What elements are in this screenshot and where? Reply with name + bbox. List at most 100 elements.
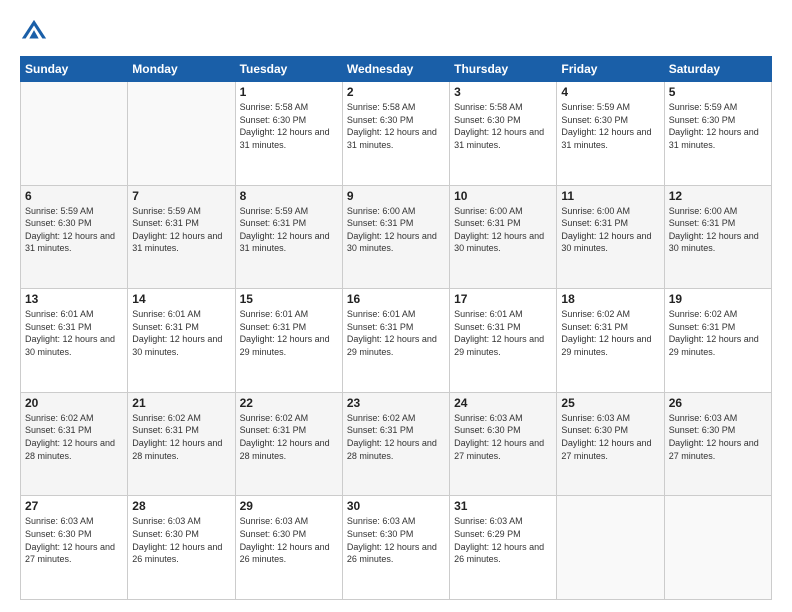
day-number: 28 xyxy=(132,499,230,513)
day-number: 4 xyxy=(561,85,659,99)
day-number: 22 xyxy=(240,396,338,410)
calendar-cell: 20 Sunrise: 6:02 AM Sunset: 6:31 PM Dayli… xyxy=(21,392,128,496)
calendar-table: SundayMondayTuesdayWednesdayThursdayFrid… xyxy=(20,56,772,600)
day-number: 5 xyxy=(669,85,767,99)
day-number: 19 xyxy=(669,292,767,306)
day-info: Sunrise: 5:59 AM Sunset: 6:31 PM Dayligh… xyxy=(132,205,230,255)
day-number: 24 xyxy=(454,396,552,410)
day-info: Sunrise: 6:00 AM Sunset: 6:31 PM Dayligh… xyxy=(347,205,445,255)
calendar-cell: 6 Sunrise: 5:59 AM Sunset: 6:30 PM Daylig… xyxy=(21,185,128,289)
day-info: Sunrise: 6:01 AM Sunset: 6:31 PM Dayligh… xyxy=(240,308,338,358)
day-info: Sunrise: 6:02 AM Sunset: 6:31 PM Dayligh… xyxy=(669,308,767,358)
day-number: 8 xyxy=(240,189,338,203)
day-info: Sunrise: 6:02 AM Sunset: 6:31 PM Dayligh… xyxy=(240,412,338,462)
weekday-header-sunday: Sunday xyxy=(21,57,128,82)
day-number: 11 xyxy=(561,189,659,203)
day-info: Sunrise: 6:02 AM Sunset: 6:31 PM Dayligh… xyxy=(561,308,659,358)
calendar-cell xyxy=(21,82,128,186)
calendar-cell: 9 Sunrise: 6:00 AM Sunset: 6:31 PM Daylig… xyxy=(342,185,449,289)
day-number: 26 xyxy=(669,396,767,410)
calendar-cell xyxy=(557,496,664,600)
calendar-cell xyxy=(664,496,771,600)
weekday-header-monday: Monday xyxy=(128,57,235,82)
day-number: 29 xyxy=(240,499,338,513)
day-number: 30 xyxy=(347,499,445,513)
day-info: Sunrise: 6:03 AM Sunset: 6:30 PM Dayligh… xyxy=(454,412,552,462)
day-info: Sunrise: 6:01 AM Sunset: 6:31 PM Dayligh… xyxy=(347,308,445,358)
weekday-header-saturday: Saturday xyxy=(664,57,771,82)
week-row-2: 6 Sunrise: 5:59 AM Sunset: 6:30 PM Daylig… xyxy=(21,185,772,289)
weekday-header-wednesday: Wednesday xyxy=(342,57,449,82)
day-info: Sunrise: 5:58 AM Sunset: 6:30 PM Dayligh… xyxy=(240,101,338,151)
day-number: 9 xyxy=(347,189,445,203)
day-info: Sunrise: 6:00 AM Sunset: 6:31 PM Dayligh… xyxy=(669,205,767,255)
calendar-cell: 18 Sunrise: 6:02 AM Sunset: 6:31 PM Dayli… xyxy=(557,289,664,393)
day-number: 31 xyxy=(454,499,552,513)
day-info: Sunrise: 6:01 AM Sunset: 6:31 PM Dayligh… xyxy=(132,308,230,358)
day-info: Sunrise: 6:02 AM Sunset: 6:31 PM Dayligh… xyxy=(132,412,230,462)
calendar-cell: 27 Sunrise: 6:03 AM Sunset: 6:30 PM Dayli… xyxy=(21,496,128,600)
week-row-4: 20 Sunrise: 6:02 AM Sunset: 6:31 PM Dayli… xyxy=(21,392,772,496)
day-number: 13 xyxy=(25,292,123,306)
day-info: Sunrise: 6:03 AM Sunset: 6:30 PM Dayligh… xyxy=(132,515,230,565)
day-number: 21 xyxy=(132,396,230,410)
day-info: Sunrise: 5:59 AM Sunset: 6:30 PM Dayligh… xyxy=(561,101,659,151)
calendar-cell: 4 Sunrise: 5:59 AM Sunset: 6:30 PM Daylig… xyxy=(557,82,664,186)
calendar-cell: 30 Sunrise: 6:03 AM Sunset: 6:30 PM Dayli… xyxy=(342,496,449,600)
day-number: 7 xyxy=(132,189,230,203)
weekday-header-thursday: Thursday xyxy=(450,57,557,82)
day-number: 2 xyxy=(347,85,445,99)
day-number: 23 xyxy=(347,396,445,410)
day-info: Sunrise: 6:03 AM Sunset: 6:30 PM Dayligh… xyxy=(240,515,338,565)
calendar-cell: 26 Sunrise: 6:03 AM Sunset: 6:30 PM Dayli… xyxy=(664,392,771,496)
calendar-cell: 15 Sunrise: 6:01 AM Sunset: 6:31 PM Dayli… xyxy=(235,289,342,393)
day-number: 16 xyxy=(347,292,445,306)
calendar-cell: 7 Sunrise: 5:59 AM Sunset: 6:31 PM Daylig… xyxy=(128,185,235,289)
week-row-1: 1 Sunrise: 5:58 AM Sunset: 6:30 PM Daylig… xyxy=(21,82,772,186)
day-info: Sunrise: 6:03 AM Sunset: 6:30 PM Dayligh… xyxy=(669,412,767,462)
day-number: 27 xyxy=(25,499,123,513)
day-info: Sunrise: 6:01 AM Sunset: 6:31 PM Dayligh… xyxy=(454,308,552,358)
calendar-cell: 11Sunrise: 6:00 AM Sunset: 6:31 PM Dayli… xyxy=(557,185,664,289)
calendar-cell: 28 Sunrise: 6:03 AM Sunset: 6:30 PM Dayli… xyxy=(128,496,235,600)
day-number: 20 xyxy=(25,396,123,410)
header xyxy=(20,18,772,46)
calendar-cell xyxy=(128,82,235,186)
calendar-cell: 31 Sunrise: 6:03 AM Sunset: 6:29 PM Dayli… xyxy=(450,496,557,600)
day-info: Sunrise: 5:58 AM Sunset: 6:30 PM Dayligh… xyxy=(347,101,445,151)
day-number: 3 xyxy=(454,85,552,99)
day-info: Sunrise: 5:58 AM Sunset: 6:30 PM Dayligh… xyxy=(454,101,552,151)
weekday-header-row: SundayMondayTuesdayWednesdayThursdayFrid… xyxy=(21,57,772,82)
calendar-cell: 5Sunrise: 5:59 AM Sunset: 6:30 PM Daylig… xyxy=(664,82,771,186)
day-number: 18 xyxy=(561,292,659,306)
calendar-cell: 23 Sunrise: 6:02 AM Sunset: 6:31 PM Dayli… xyxy=(342,392,449,496)
week-row-3: 13 Sunrise: 6:01 AM Sunset: 6:31 PM Dayli… xyxy=(21,289,772,393)
calendar-cell: 3 Sunrise: 5:58 AM Sunset: 6:30 PM Daylig… xyxy=(450,82,557,186)
day-number: 15 xyxy=(240,292,338,306)
day-number: 14 xyxy=(132,292,230,306)
day-info: Sunrise: 6:03 AM Sunset: 6:30 PM Dayligh… xyxy=(561,412,659,462)
day-info: Sunrise: 6:03 AM Sunset: 6:30 PM Dayligh… xyxy=(347,515,445,565)
day-info: Sunrise: 6:02 AM Sunset: 6:31 PM Dayligh… xyxy=(347,412,445,462)
day-info: Sunrise: 5:59 AM Sunset: 6:30 PM Dayligh… xyxy=(25,205,123,255)
calendar-cell: 17Sunrise: 6:01 AM Sunset: 6:31 PM Dayli… xyxy=(450,289,557,393)
day-number: 12 xyxy=(669,189,767,203)
calendar-cell: 16 Sunrise: 6:01 AM Sunset: 6:31 PM Dayli… xyxy=(342,289,449,393)
day-info: Sunrise: 6:02 AM Sunset: 6:31 PM Dayligh… xyxy=(25,412,123,462)
calendar-cell: 14 Sunrise: 6:01 AM Sunset: 6:31 PM Dayli… xyxy=(128,289,235,393)
calendar-cell: 8Sunrise: 5:59 AM Sunset: 6:31 PM Daylig… xyxy=(235,185,342,289)
calendar-cell: 13 Sunrise: 6:01 AM Sunset: 6:31 PM Dayli… xyxy=(21,289,128,393)
day-number: 1 xyxy=(240,85,338,99)
day-info: Sunrise: 6:01 AM Sunset: 6:31 PM Dayligh… xyxy=(25,308,123,358)
calendar-cell: 29 Sunrise: 6:03 AM Sunset: 6:30 PM Dayli… xyxy=(235,496,342,600)
day-info: Sunrise: 6:03 AM Sunset: 6:29 PM Dayligh… xyxy=(454,515,552,565)
day-info: Sunrise: 6:03 AM Sunset: 6:30 PM Dayligh… xyxy=(25,515,123,565)
day-number: 10 xyxy=(454,189,552,203)
calendar-cell: 22 Sunrise: 6:02 AM Sunset: 6:31 PM Dayli… xyxy=(235,392,342,496)
calendar-cell: 19 Sunrise: 6:02 AM Sunset: 6:31 PM Dayli… xyxy=(664,289,771,393)
calendar-cell: 2 Sunrise: 5:58 AM Sunset: 6:30 PM Daylig… xyxy=(342,82,449,186)
calendar-cell: 12 Sunrise: 6:00 AM Sunset: 6:31 PM Dayli… xyxy=(664,185,771,289)
calendar-page: SundayMondayTuesdayWednesdayThursdayFrid… xyxy=(0,0,792,612)
day-number: 6 xyxy=(25,189,123,203)
logo xyxy=(20,18,52,46)
